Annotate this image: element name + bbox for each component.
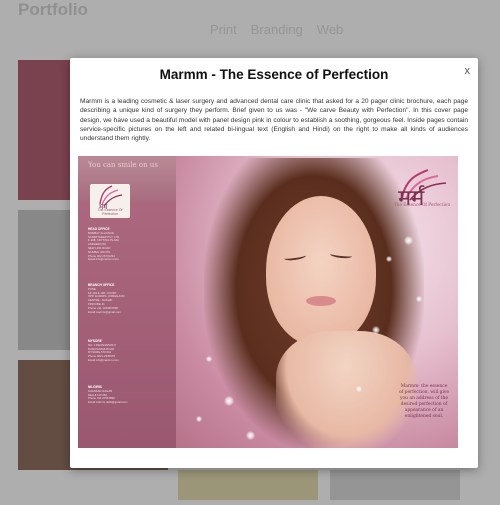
address-block: MYSORE NO. 1 DEVANAPATHY RAMASWAMI ROAD … [88, 339, 119, 362]
brand-tagline: The Essence Of Perfection [394, 202, 451, 207]
address-block: BRANCH OFFICE PUNE SF 104 & 105, COURT O… [88, 283, 125, 314]
logo-subtitle-small: The Essence Of Perfection [97, 208, 123, 216]
brochure-image: You can smile on us मर्म The Essence Of … [78, 156, 458, 448]
close-button[interactable]: x [465, 66, 471, 77]
brochure-caption: Marmm- the essence of perfection, will g… [399, 384, 449, 419]
model-hands [276, 331, 416, 448]
address-block: HEAD OFFICE BOMBAY ALLIANCE STARRYDEEP P… [88, 227, 120, 262]
brochure-tagline: You can smile on us [88, 161, 158, 169]
modal-title: Marmm - The Essence of Perfection [159, 67, 389, 82]
address-block: NILGIRIS SHANKAR NAGAR DELHI 110 052 Pho… [88, 385, 128, 405]
brand-hindi-mark: मर्म [398, 186, 425, 211]
brochure-left-panel: You can smile on us मर्म The Essence Of … [78, 156, 176, 448]
modal-description: Marmm is a leading cosmetic & laser surg… [80, 98, 468, 143]
marmm-logo-icon: मर्म [99, 185, 123, 211]
brochure-logo: मर्म The Essence Of Perfection [394, 168, 452, 214]
portfolio-modal: Marmm - The Essence of Perfection x Marm… [70, 58, 478, 468]
model-face [266, 196, 376, 346]
brochure-model-photo: मर्म The Essence Of Perfection Marmm- th… [176, 156, 458, 448]
brochure-logo-card: मर्म The Essence Of Perfection [90, 184, 130, 218]
